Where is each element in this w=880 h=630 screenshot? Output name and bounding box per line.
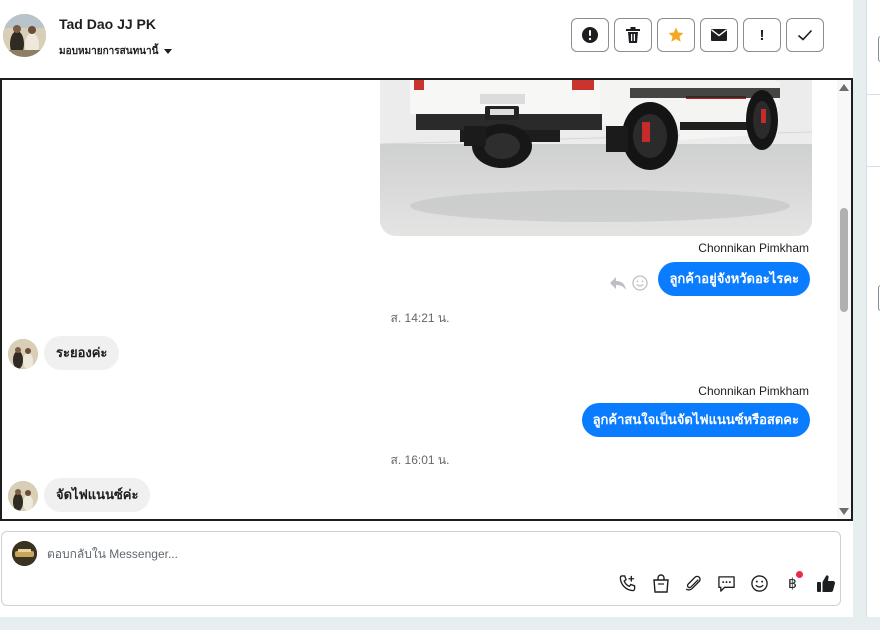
baht-icon: ฿ [788, 575, 797, 591]
reaction-smiley-icon[interactable] [632, 275, 648, 291]
message-timestamp: ส. 16:01 น. [390, 453, 450, 467]
shared-car-photo[interactable] [380, 80, 812, 236]
delete-button[interactable] [614, 18, 652, 52]
call-button[interactable] [617, 573, 638, 594]
contact-avatar[interactable] [3, 14, 46, 57]
trash-icon [626, 27, 640, 43]
assign-conversation-dropdown[interactable]: มอบหมายการสนทนานี้ [59, 44, 173, 59]
reply-composer: ฿ [1, 531, 841, 606]
star-button[interactable] [657, 18, 695, 52]
message-thread[interactable]: Chonnikan Pimkham ลูกค้าอยู่จังหวัดอะไรค… [0, 78, 853, 521]
important-icon: ! [759, 26, 765, 44]
right-side-panel-edge [866, 0, 880, 617]
assign-label: มอบหมายการสนทนานี้ [59, 46, 159, 57]
alert-icon [582, 27, 598, 43]
contact-avatar-small[interactable] [8, 481, 38, 511]
incoming-message[interactable]: ระยองค่ะ [44, 336, 120, 370]
scroll-up-arrow-icon[interactable] [839, 84, 849, 91]
paperclip-icon [685, 575, 701, 591]
reply-input[interactable] [47, 545, 607, 563]
alert-button[interactable] [571, 18, 609, 52]
reply-icon[interactable] [609, 275, 627, 291]
page-avatar [12, 541, 37, 566]
message-tools [609, 275, 648, 291]
scroll-down-arrow-icon[interactable] [839, 508, 849, 515]
mail-icon [711, 29, 727, 41]
like-button[interactable] [815, 573, 836, 594]
star-icon [668, 27, 684, 42]
mark-done-button[interactable] [786, 18, 824, 52]
caret-down-icon [164, 49, 173, 54]
chat-bubble-icon [718, 575, 735, 592]
phone-plus-icon [619, 575, 636, 592]
shopping-bag-icon [652, 574, 669, 593]
saved-replies-button[interactable] [716, 573, 737, 594]
header-actions: ! [571, 18, 824, 52]
composer-tools: ฿ [617, 571, 836, 594]
contact-avatar-small[interactable] [8, 339, 38, 369]
thumbs-up-icon [816, 575, 835, 592]
conversation-panel: Tad Dao JJ PK มอบหมายการสนทนานี้ ! Chonn… [0, 0, 853, 617]
conversation-header: Tad Dao JJ PK มอบหมายการสนทนานี้ ! [0, 0, 853, 78]
outgoing-message[interactable]: ลูกค้าอยู่จังหวัดอะไรคะ [658, 262, 810, 296]
mark-important-button[interactable]: ! [743, 18, 781, 52]
contact-name[interactable]: Tad Dao JJ PK [59, 16, 156, 32]
mark-unread-button[interactable] [700, 18, 738, 52]
thread-scrollbar[interactable] [837, 80, 851, 519]
sender-name: Chonnikan Pimkham [698, 241, 809, 255]
outgoing-message[interactable]: ลูกค้าสนใจเป็นจัดไฟแนนซ์หรือสดคะ [581, 403, 810, 437]
divider [867, 94, 880, 95]
check-icon [797, 29, 813, 41]
payment-button[interactable]: ฿ [782, 571, 803, 594]
shop-button[interactable] [650, 573, 671, 594]
notification-dot [796, 571, 803, 578]
attach-button[interactable] [683, 573, 704, 594]
sender-name: Chonnikan Pimkham [698, 384, 809, 398]
message-timestamp: ส. 14:21 น. [390, 311, 450, 325]
divider [867, 166, 880, 167]
smiley-icon [751, 575, 768, 592]
incoming-message[interactable]: จัดไฟแนนซ์ค่ะ [44, 478, 151, 512]
scrollbar-thumb[interactable] [840, 208, 848, 312]
emoji-button[interactable] [749, 573, 770, 594]
